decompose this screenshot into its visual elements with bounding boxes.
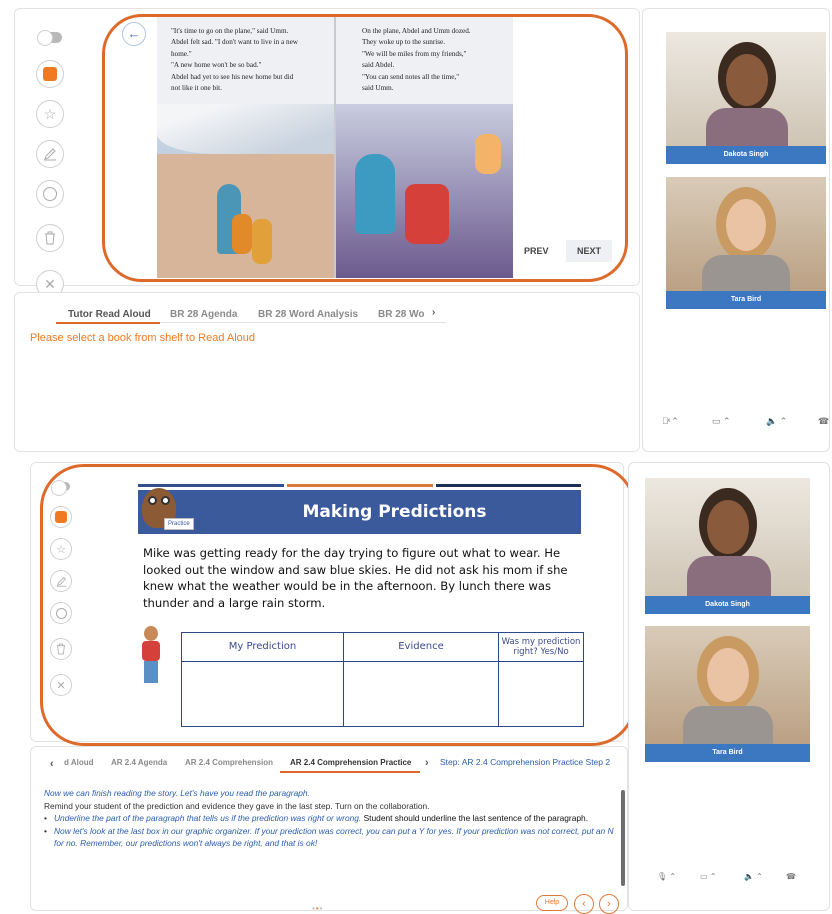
- script-bullet-plain: Student should underline the last senten…: [361, 813, 589, 824]
- script-bullet-italic: Underline the part of the paragraph that…: [54, 813, 362, 824]
- script-bullet: • Now let's look at the last box in our …: [44, 825, 614, 849]
- script-bullet: • Underline the part of the paragraph th…: [44, 813, 589, 824]
- tutor-script: Now we can finish reading the story. Let…: [44, 787, 616, 850]
- tab-tutor-read-aloud[interactable]: Tutor Read Aloud: [68, 309, 151, 320]
- collaboration-toggle[interactable]: [37, 30, 62, 46]
- next-step-button[interactable]: ›: [599, 894, 619, 914]
- participant-name: Tara Bird: [666, 291, 826, 309]
- help-button[interactable]: Help: [536, 895, 568, 911]
- tab-br28-agenda[interactable]: BR 28 Agenda: [170, 309, 237, 320]
- video-tile-student: Dakota Singh: [666, 32, 826, 164]
- star-icon[interactable]: ☆: [36, 100, 64, 128]
- camera-off-icon[interactable]: ▭ ⌃: [700, 872, 716, 881]
- prev-step-button[interactable]: ‹: [574, 894, 594, 914]
- back-arrow-button[interactable]: ←: [122, 22, 146, 46]
- next-button[interactable]: NEXT: [566, 240, 612, 262]
- script-line: Now we can finish reading the story. Let…: [44, 788, 310, 798]
- tab-br28-word-analysis[interactable]: BR 28 Word Analysis: [258, 309, 358, 320]
- chevron-right-icon[interactable]: ›: [425, 757, 429, 769]
- prev-button[interactable]: PREV: [524, 246, 549, 256]
- tab-ar24-agenda[interactable]: AR 2.4 Agenda: [111, 758, 167, 767]
- video-tile-tutor: Tara Bird: [645, 626, 810, 762]
- script-line: Remind your student of the prediction an…: [44, 800, 430, 811]
- book-highlight-ring: [102, 14, 628, 282]
- mic-muted-icon[interactable]: 🎙ͯ ⌃: [662, 416, 679, 427]
- select-book-message: Please select a book from shelf to Read …: [30, 332, 256, 344]
- tab-ar24-comprehension-practice[interactable]: AR 2.4 Comprehension Practice: [290, 758, 411, 767]
- tab-ar24-comprehension[interactable]: AR 2.4 Comprehension: [185, 758, 273, 767]
- tab-br28-wo[interactable]: BR 28 Wo: [378, 309, 425, 320]
- participant-name: Tara Bird: [645, 744, 810, 762]
- participant-name: Dakota Singh: [666, 146, 826, 164]
- hang-up-icon[interactable]: ☎: [786, 872, 796, 881]
- active-tab-underline: [280, 771, 420, 773]
- participant-name: Dakota Singh: [645, 596, 810, 614]
- circle-shape-icon[interactable]: [36, 180, 64, 208]
- mic-muted-icon[interactable]: 🎙 ⌃: [657, 872, 676, 881]
- color-picker-button[interactable]: [36, 60, 64, 88]
- speaker-icon[interactable]: 🔈 ⌃: [766, 416, 787, 427]
- video-tile-student: Dakota Singh: [645, 478, 810, 614]
- tab-read-aloud[interactable]: d Aloud: [64, 758, 93, 767]
- speaker-icon[interactable]: 🔈 ⌃: [744, 872, 763, 881]
- pen-icon[interactable]: [36, 140, 64, 168]
- top-tabs-divider: [160, 322, 446, 323]
- slide-highlight-ring: [40, 464, 636, 746]
- script-bullet-italic: Now let's look at the last box in our gr…: [54, 825, 614, 849]
- active-tab-underline: [56, 322, 160, 324]
- scrollbar[interactable]: [621, 790, 625, 886]
- trash-icon[interactable]: [36, 224, 64, 252]
- video-tile-tutor: Tara Bird: [666, 177, 826, 309]
- chevron-right-icon[interactable]: ›: [432, 307, 435, 318]
- step-label: Step: AR 2.4 Comprehension Practice Step…: [440, 757, 611, 767]
- chevron-left-icon[interactable]: ‹: [50, 758, 54, 770]
- camera-off-icon[interactable]: ▭ ⌃: [712, 416, 731, 427]
- hang-up-icon[interactable]: ☎: [818, 416, 829, 427]
- pagination-dots: •••: [312, 904, 324, 913]
